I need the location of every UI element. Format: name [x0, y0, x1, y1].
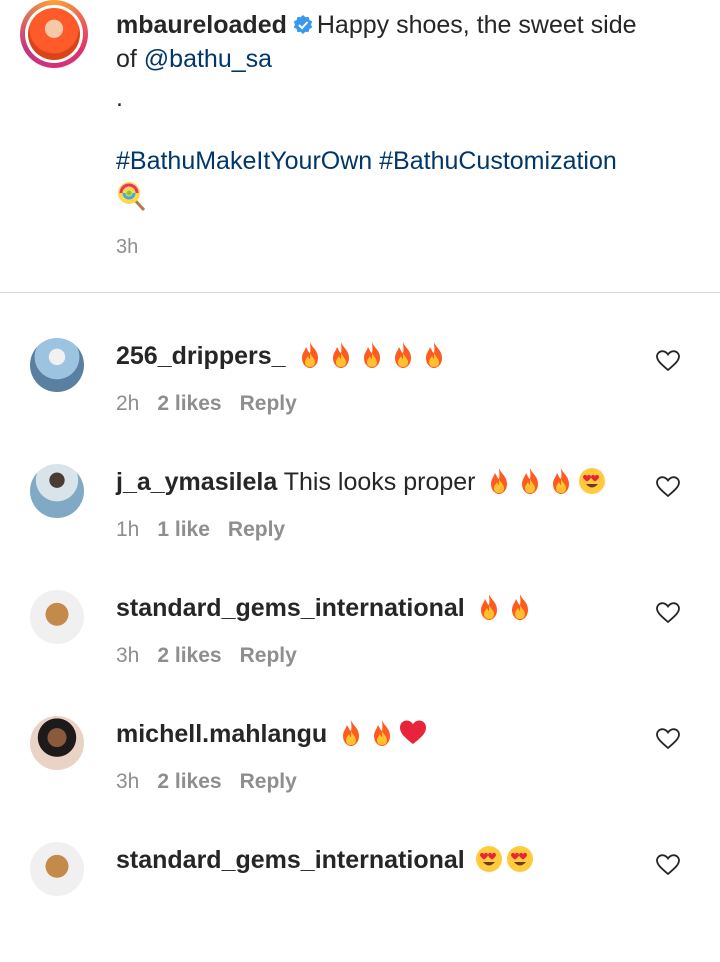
- comment-meta: 2h 2 likes Reply: [116, 392, 315, 416]
- comment-likes[interactable]: 2 likes: [157, 644, 221, 667]
- comment-username[interactable]: j_a_ymasilela: [116, 468, 277, 496]
- comment-text: standard_gems_international: [116, 590, 534, 626]
- like-heart-icon[interactable]: [656, 476, 680, 498]
- comment-time: 2h: [116, 392, 140, 415]
- comment-item: standard_gems_international 3h 2 likes Rep…: [0, 590, 720, 710]
- comment-text: 256_drippers_: [116, 338, 448, 374]
- reply-button[interactable]: Reply: [228, 518, 285, 541]
- fire-icon: [491, 468, 508, 494]
- commenter-avatar[interactable]: [30, 590, 84, 644]
- like-heart-icon[interactable]: [656, 854, 680, 876]
- comment-emojis: [482, 468, 606, 496]
- comment-text: standard_gems_international: [116, 842, 534, 878]
- verified-badge-icon: [293, 15, 313, 34]
- hashtag-link[interactable]: #BathuMakeItYourOwn: [116, 147, 372, 175]
- fire-icon: [343, 720, 360, 746]
- author-username[interactable]: mbaureloaded: [116, 11, 287, 39]
- heart-eyes-icon: [506, 846, 533, 872]
- hashtag-link[interactable]: #BathuCustomization: [379, 147, 617, 175]
- author-avatar[interactable]: [20, 0, 88, 68]
- comment-emojis: [293, 342, 448, 370]
- comment-meta: 3h 2 likes Reply: [116, 644, 315, 668]
- like-heart-icon[interactable]: [656, 728, 680, 750]
- reply-button[interactable]: Reply: [240, 770, 297, 793]
- reply-button[interactable]: Reply: [240, 644, 297, 667]
- comment-item: 256_drippers_ 2h 2 likes Reply: [0, 338, 720, 458]
- fire-icon: [374, 720, 391, 746]
- commenter-avatar[interactable]: [30, 842, 84, 896]
- like-heart-icon[interactable]: [656, 602, 680, 624]
- heart-eyes-icon: [475, 846, 502, 872]
- comment-text: michell.mahlangu: [116, 716, 427, 752]
- comment-meta: 1h 1 like Reply: [116, 518, 303, 542]
- comment-likes[interactable]: 1 like: [157, 518, 210, 541]
- comment-likes[interactable]: 2 likes: [157, 392, 221, 415]
- comment-emojis: [334, 720, 427, 748]
- comment-username[interactable]: michell.mahlangu: [116, 720, 327, 748]
- fire-icon: [301, 342, 318, 368]
- comment-time: 3h: [116, 770, 140, 793]
- fire-icon: [511, 594, 528, 620]
- fire-icon: [332, 342, 349, 368]
- fire-icon: [394, 342, 411, 368]
- commenter-avatar[interactable]: [30, 338, 84, 392]
- comment-username[interactable]: 256_drippers_: [116, 342, 286, 370]
- reply-button[interactable]: Reply: [240, 392, 297, 415]
- comment-text: j_a_ymasilela This looks proper: [116, 464, 606, 500]
- caption-dot: .: [116, 84, 123, 112]
- comment-username[interactable]: standard_gems_international: [116, 846, 465, 874]
- comment-item: j_a_ymasilela This looks proper 1h 1 like…: [0, 464, 720, 584]
- commenter-avatar[interactable]: [30, 716, 84, 770]
- heart-eyes-icon: [579, 468, 606, 494]
- comment-item: michell.mahlangu 3h 2 likes Reply: [0, 716, 720, 836]
- post-caption: mbaureloaded Happy shoes, the sweet side …: [0, 0, 720, 292]
- fire-icon: [425, 342, 442, 368]
- divider: [0, 292, 720, 293]
- comment-time: 1h: [116, 518, 140, 541]
- mention-link[interactable]: @bathu_sa: [144, 45, 272, 73]
- comment-username[interactable]: standard_gems_international: [116, 594, 465, 622]
- commenter-avatar[interactable]: [30, 464, 84, 518]
- comment-time: 3h: [116, 644, 140, 667]
- comment-item: standard_gems_international: [0, 842, 720, 962]
- fire-icon: [363, 342, 380, 368]
- fire-icon: [522, 468, 539, 494]
- fire-icon: [553, 468, 570, 494]
- comment-body: This looks proper: [283, 468, 476, 496]
- red-heart-icon: [400, 720, 427, 744]
- comment-likes[interactable]: 2 likes: [157, 770, 221, 793]
- caption-prefix: of: [116, 45, 144, 73]
- comment-meta: 3h 2 likes Reply: [116, 770, 315, 794]
- comment-emojis: [472, 594, 534, 622]
- like-heart-icon[interactable]: [656, 350, 680, 372]
- caption-text: mbaureloaded Happy shoes, the sweet side …: [116, 8, 696, 76]
- lollipop-icon: [118, 182, 146, 212]
- comment-emojis: [472, 846, 534, 874]
- caption-timestamp: 3h: [116, 236, 139, 258]
- fire-icon: [480, 594, 497, 620]
- hashtags: #BathuMakeItYourOwn #BathuCustomization: [116, 144, 617, 178]
- caption-body: Happy shoes, the sweet side: [316, 11, 637, 39]
